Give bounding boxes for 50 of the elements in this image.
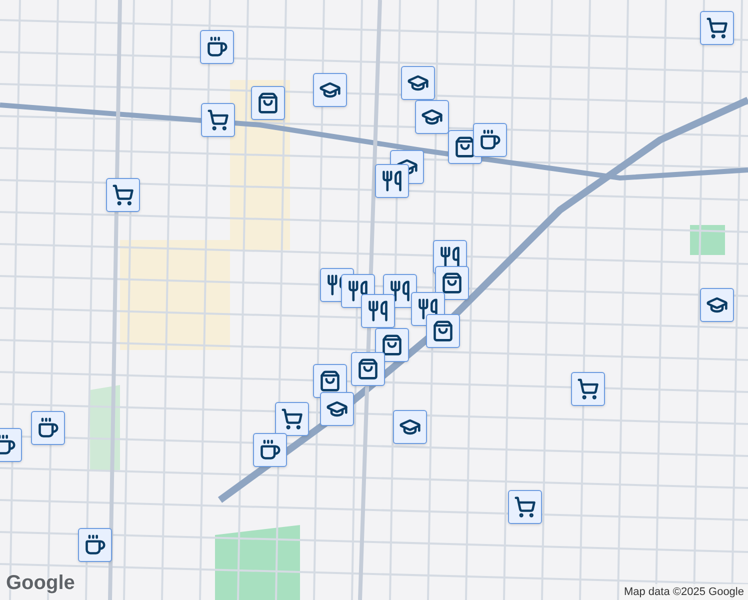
map-marker[interactable] [375, 328, 409, 362]
cup-icon [479, 129, 501, 151]
map-marker[interactable] [251, 86, 285, 120]
fork-knife-icon [381, 170, 403, 192]
cart-icon [112, 184, 134, 206]
map-marker[interactable] [401, 66, 435, 100]
map-marker[interactable] [78, 528, 112, 562]
map-marker[interactable] [351, 352, 385, 386]
fork-knife-icon [367, 300, 389, 322]
map-marker[interactable] [700, 288, 734, 322]
map-marker[interactable] [393, 410, 427, 444]
map-marker[interactable] [253, 433, 287, 467]
cup-icon [0, 434, 16, 456]
cup-icon [206, 36, 228, 58]
google-logo: Google [6, 571, 75, 596]
bag-icon [381, 334, 403, 356]
cup-icon [84, 534, 106, 556]
cup-icon [259, 439, 281, 461]
bag-icon [319, 370, 341, 392]
map-marker[interactable] [361, 294, 395, 328]
map-marker[interactable] [320, 392, 354, 426]
map-marker[interactable] [375, 164, 409, 198]
map-marker[interactable] [473, 123, 507, 157]
fork-knife-icon [439, 246, 461, 268]
map-marker[interactable] [700, 11, 734, 45]
map-marker[interactable] [106, 178, 140, 212]
map-marker[interactable] [571, 372, 605, 406]
cart-icon [281, 408, 303, 430]
map-marker[interactable] [415, 100, 449, 134]
cart-icon [207, 109, 229, 131]
fork-knife-icon [389, 280, 411, 302]
cart-icon [706, 17, 728, 39]
fork-knife-icon [417, 298, 439, 320]
map-marker[interactable] [275, 402, 309, 436]
fork-knife-icon [347, 280, 369, 302]
cup-icon [37, 417, 59, 439]
bag-icon [454, 136, 476, 158]
map-marker[interactable] [313, 73, 347, 107]
map-marker[interactable] [201, 103, 235, 137]
cart-icon [514, 496, 536, 518]
bag-icon [432, 320, 454, 342]
bag-icon [441, 272, 463, 294]
bag-icon [357, 358, 379, 380]
map-view[interactable]: Google Map data ©2025 Google [0, 0, 748, 600]
cart-icon [577, 378, 599, 400]
map-marker[interactable] [508, 490, 542, 524]
bag-icon [257, 92, 279, 114]
map-marker[interactable] [200, 30, 234, 64]
map-marker[interactable] [31, 411, 65, 445]
map-marker[interactable] [426, 314, 460, 348]
